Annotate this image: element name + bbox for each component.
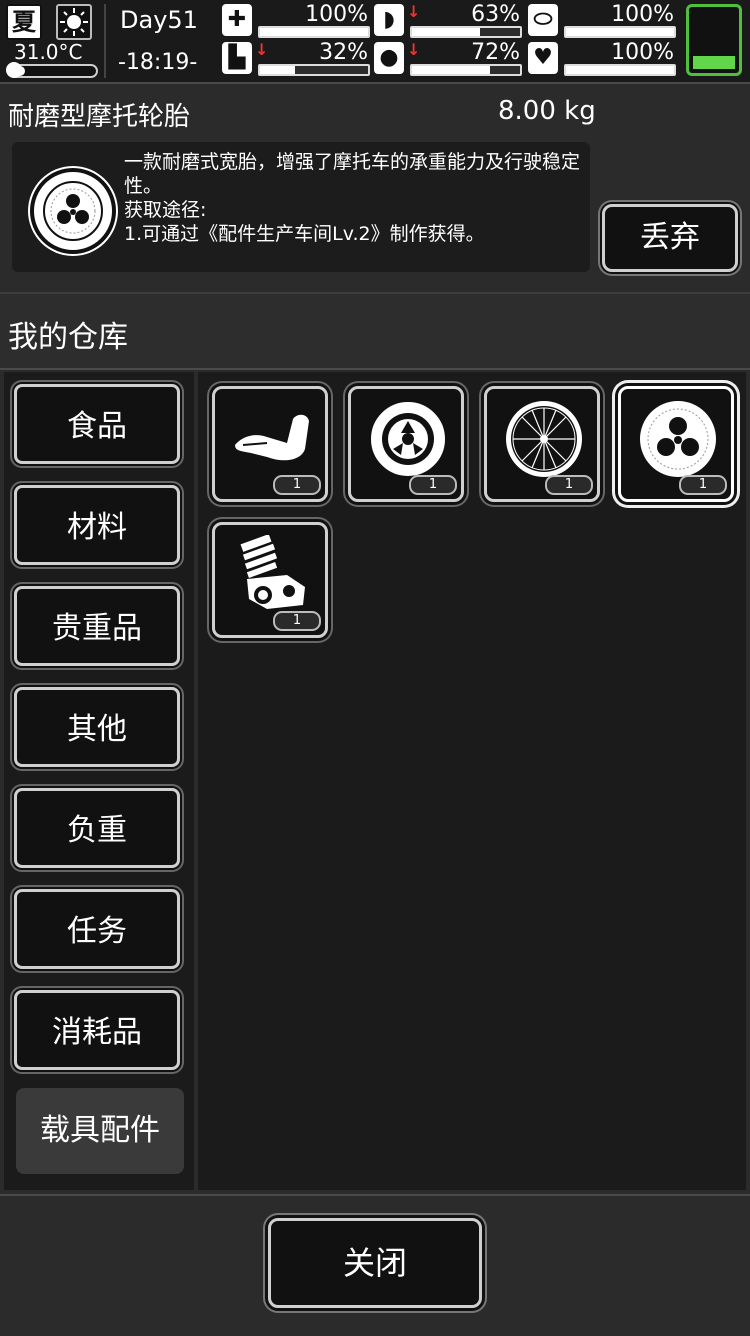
category-food[interactable]: 食品: [14, 384, 180, 464]
category-sidebar: 食品 材料 贵重品 其他 负重 任务 消耗品 载具配件: [4, 372, 194, 1190]
discard-button[interactable]: 丢弃: [602, 204, 738, 272]
decrease-arrow-icon: ↓: [255, 40, 269, 59]
inventory-grid: 1 1 1 1 1: [198, 372, 746, 1190]
inventory-slot[interactable]: 1: [484, 386, 600, 502]
engine-icon: [240, 535, 305, 609]
stat-mood-pct: 100%: [611, 40, 674, 65]
season-badge: 夏: [6, 4, 42, 40]
status-bar: 夏 31.0°C Day51 -18:19- ✚ 100% ◗ ↓ 63% ⬭ …: [0, 0, 750, 84]
category-load[interactable]: 负重: [14, 788, 180, 868]
water-drop-icon: ●: [374, 42, 404, 74]
category-valuables[interactable]: 贵重品: [14, 586, 180, 666]
item-count-badge: 1: [679, 475, 727, 495]
wear-resistant-tire-icon: [30, 168, 116, 254]
stat-medicine-pct: 100%: [611, 2, 674, 27]
close-button[interactable]: 关闭: [268, 1218, 482, 1308]
item-detail-panel: 耐磨型摩托轮胎 8.00 kg 一款耐磨式宽胎，增强了摩托车的承重能力及行驶稳定…: [0, 84, 750, 294]
stat-mood: ♥ 100%: [528, 40, 678, 78]
battery-fill: [693, 56, 735, 69]
wear-resistant-tire-icon: [640, 401, 716, 477]
warehouse-title: 我的仓库: [8, 320, 128, 355]
pill-icon: ⬭: [528, 4, 558, 36]
stat-health-pct: 100%: [305, 2, 368, 27]
tire-icon: [369, 400, 447, 478]
temperature-text: 31.0°C: [14, 40, 83, 64]
stomach-icon: ◗: [374, 4, 404, 36]
item-description: 一款耐磨式宽胎，增强了摩托车的承重能力及行驶稳定性。 获取途径: 1.可通过《配…: [124, 151, 581, 245]
item-count-badge: 1: [273, 611, 321, 631]
inventory-slot[interactable]: 1: [348, 386, 464, 502]
stat-stamina: ▙ ↓ 32%: [222, 40, 372, 78]
medkit-icon: ✚: [222, 4, 252, 36]
battery-indicator: [686, 4, 742, 76]
item-name: 耐磨型摩托轮胎: [8, 102, 191, 132]
item-count-badge: 1: [409, 475, 457, 495]
motorcycle-seat-icon: [235, 414, 309, 461]
thermometer-gauge: [6, 62, 98, 78]
warehouse-header: 我的仓库: [0, 294, 750, 370]
category-materials[interactable]: 材料: [14, 485, 180, 565]
category-other[interactable]: 其他: [14, 687, 180, 767]
decrease-arrow-icon: ↓: [407, 40, 421, 59]
spoked-wheel-icon: [506, 401, 582, 477]
footer: 关闭: [0, 1194, 750, 1336]
heart-icon: ♥: [528, 42, 558, 74]
item-weight: 8.00 kg: [498, 96, 596, 126]
category-consumables[interactable]: 消耗品: [14, 990, 180, 1070]
day-counter: Day51: [120, 6, 198, 34]
boot-icon: ▙: [222, 42, 252, 74]
stat-thirst: ● ↓ 72%: [374, 40, 524, 78]
stat-thirst-pct: 72%: [471, 40, 520, 65]
inventory-slot[interactable]: 1: [212, 386, 328, 502]
inventory-slot[interactable]: 1: [212, 522, 328, 638]
item-count-badge: 1: [273, 475, 321, 495]
stat-stamina-pct: 32%: [319, 40, 368, 65]
decrease-arrow-icon: ↓: [407, 2, 421, 21]
stat-health: ✚ 100%: [222, 2, 372, 40]
category-quests[interactable]: 任务: [14, 889, 180, 969]
item-count-badge: 1: [545, 475, 593, 495]
item-description-box: 一款耐磨式宽胎，增强了摩托车的承重能力及行驶稳定性。 获取途径: 1.可通过《配…: [12, 142, 590, 272]
stat-hunger-pct: 63%: [471, 2, 520, 27]
stat-hunger: ◗ ↓ 63%: [374, 2, 524, 40]
inventory-slot-selected[interactable]: 1: [618, 386, 734, 502]
sun-icon: [56, 4, 92, 40]
category-vehicle-parts[interactable]: 载具配件: [16, 1088, 184, 1174]
clock-time: -18:19-: [118, 50, 198, 75]
stat-medicine: ⬭ 100%: [528, 2, 678, 40]
